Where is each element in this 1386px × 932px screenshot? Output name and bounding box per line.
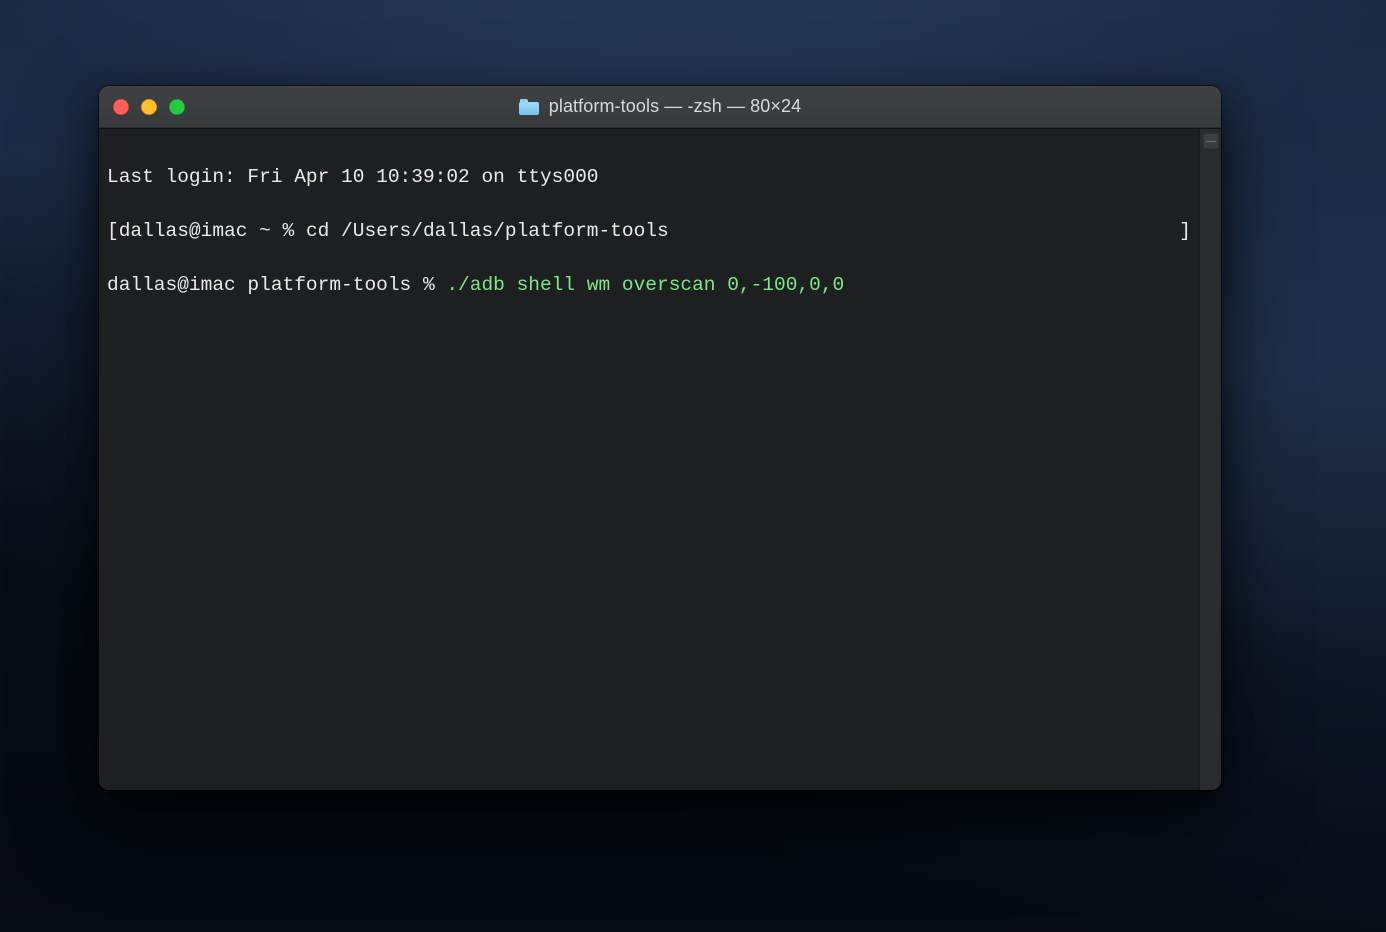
prompt-open-bracket: [ (107, 218, 119, 245)
desktop-wallpaper: platform-tools — -zsh — 80×24 Last login… (0, 0, 1386, 932)
login-message: Last login: Fri Apr 10 10:39:02 on ttys0… (107, 164, 598, 191)
scroll-button[interactable] (1203, 133, 1219, 149)
folder-icon (519, 99, 539, 115)
minimize-button[interactable] (141, 99, 157, 115)
window-titlebar[interactable]: platform-tools — -zsh — 80×24 (99, 86, 1221, 128)
terminal-content[interactable]: Last login: Fri Apr 10 10:39:02 on ttys0… (99, 129, 1199, 790)
terminal-window[interactable]: platform-tools — -zsh — 80×24 Last login… (99, 86, 1221, 790)
traffic-lights (113, 99, 185, 115)
terminal-line: dallas@imac platform-tools % ./adb shell… (107, 272, 1191, 299)
shell-prompt: dallas@imac platform-tools % (107, 272, 446, 299)
terminal-line: Last login: Fri Apr 10 10:39:02 on ttys0… (107, 164, 1191, 191)
close-button[interactable] (113, 99, 129, 115)
terminal-line: [dallas@imac ~ % cd /Users/dallas/platfo… (107, 218, 1191, 245)
vertical-scrollbar[interactable] (1199, 129, 1221, 790)
terminal-viewport[interactable]: Last login: Fri Apr 10 10:39:02 on ttys0… (99, 128, 1221, 790)
prompt-close-bracket: ] (1179, 218, 1191, 245)
window-title-text: platform-tools — -zsh — 80×24 (549, 96, 802, 117)
shell-command: cd /Users/dallas/platform-tools (306, 218, 669, 245)
shell-command: ./adb shell wm overscan 0,-100,0,0 (446, 272, 844, 299)
shell-prompt: dallas@imac ~ % (119, 218, 306, 245)
zoom-button[interactable] (169, 99, 185, 115)
window-title: platform-tools — -zsh — 80×24 (519, 96, 802, 117)
